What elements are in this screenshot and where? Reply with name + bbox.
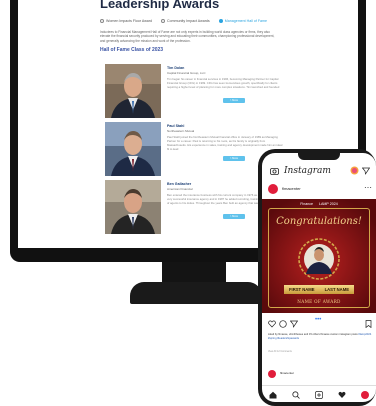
- more-button[interactable]: > More: [223, 214, 245, 219]
- post-actions: •••: [268, 317, 372, 329]
- post-image[interactable]: Finance LAMP 2024 Congratulations! FIRST…: [262, 199, 376, 313]
- avatar[interactable]: [268, 370, 276, 378]
- class-heading: Hall of Fame Class of 2023: [100, 47, 164, 53]
- post-caption: Liked by flmacee, uhmthbesee and 15 othe…: [268, 333, 372, 340]
- last-name: LAST NAME: [324, 287, 349, 292]
- send-icon[interactable]: [362, 167, 370, 175]
- radio-icon: [100, 19, 104, 23]
- monitor-neck: [162, 262, 226, 282]
- post-username[interactable]: flmacenter: [282, 186, 301, 191]
- activity-heart-icon[interactable]: [338, 391, 346, 399]
- bottom-nav: [262, 385, 376, 402]
- story-icon[interactable]: [350, 166, 359, 175]
- page-title: Leadership Awards: [100, 0, 220, 11]
- radio-icon: [161, 19, 166, 23]
- tab-community-impact[interactable]: Community Impact Awards: [161, 19, 210, 23]
- member-org: Capital Financial Group, LLC: [167, 71, 206, 75]
- member-name: Paul Stahl: [167, 124, 185, 128]
- add-post-icon[interactable]: [315, 390, 323, 399]
- view-comments-link[interactable]: View All 12 Comments: [268, 350, 292, 353]
- post-event: LAMP 2024: [319, 202, 338, 206]
- instagram-logo: Instagram: [284, 166, 331, 176]
- home-icon[interactable]: [269, 391, 277, 399]
- profile-avatar[interactable]: [360, 390, 369, 399]
- post-header: flmacenter ⋯: [268, 183, 372, 197]
- award-tabs: Women Impacts Floor Award Community Impa…: [100, 19, 267, 23]
- post-brand: Finance LAMP 2024: [262, 202, 376, 206]
- intro-text: Inductees to Financial Management Hall o…: [100, 30, 275, 43]
- carousel-dots-icon: •••: [315, 317, 322, 323]
- more-options-icon[interactable]: ⋯: [364, 183, 372, 192]
- award-name: NAME OF AWARD: [297, 299, 341, 304]
- member-photo: [105, 122, 161, 176]
- more-button[interactable]: > More: [223, 156, 245, 161]
- search-icon[interactable]: [292, 390, 300, 399]
- avatar[interactable]: [268, 184, 278, 194]
- instagram-top-bar: Instagram: [270, 165, 370, 179]
- member-photo: [105, 180, 161, 234]
- name-banner: FIRST NAME LAST NAME: [284, 285, 354, 294]
- member-bio: Tim began his career in financial servic…: [167, 77, 280, 89]
- member-name: Tim Dolan: [167, 66, 185, 70]
- comment-icon[interactable]: [279, 320, 287, 328]
- post-headline: Congratulations!: [276, 216, 362, 227]
- member-org: Northeastern Mutual: [167, 129, 195, 133]
- share-icon[interactable]: [290, 320, 298, 328]
- post-brand-name: Finance: [300, 202, 314, 206]
- member-name: Ben Gallacher: [167, 182, 192, 186]
- phone-screen: Instagram flmacenter ⋯ Finance LAMP 2024…: [262, 153, 376, 402]
- comment-row: flmacenter: [268, 369, 372, 379]
- tab-hall-of-fame[interactable]: Management Hall of Fame: [218, 19, 267, 23]
- camera-icon[interactable]: [270, 167, 279, 175]
- phone-notch: [298, 153, 340, 160]
- tab-women-impacts[interactable]: Women Impacts Floor Award: [100, 19, 152, 23]
- member-bio: Paul Stahl joined the Northeastern Mutua…: [167, 135, 283, 151]
- heart-icon[interactable]: [268, 320, 276, 328]
- radio-icon: [218, 19, 223, 23]
- member-card: Tim Dolan Capital Financial Group, LLC T…: [105, 64, 285, 118]
- first-name: FIRST NAME: [289, 287, 315, 292]
- comment-author[interactable]: flmacenter: [280, 371, 294, 375]
- member-photo: [105, 64, 161, 118]
- more-button[interactable]: > More: [223, 98, 245, 103]
- bookmark-icon[interactable]: [365, 320, 372, 328]
- monitor-stand: [130, 282, 262, 304]
- member-org: American Financial: [167, 187, 193, 191]
